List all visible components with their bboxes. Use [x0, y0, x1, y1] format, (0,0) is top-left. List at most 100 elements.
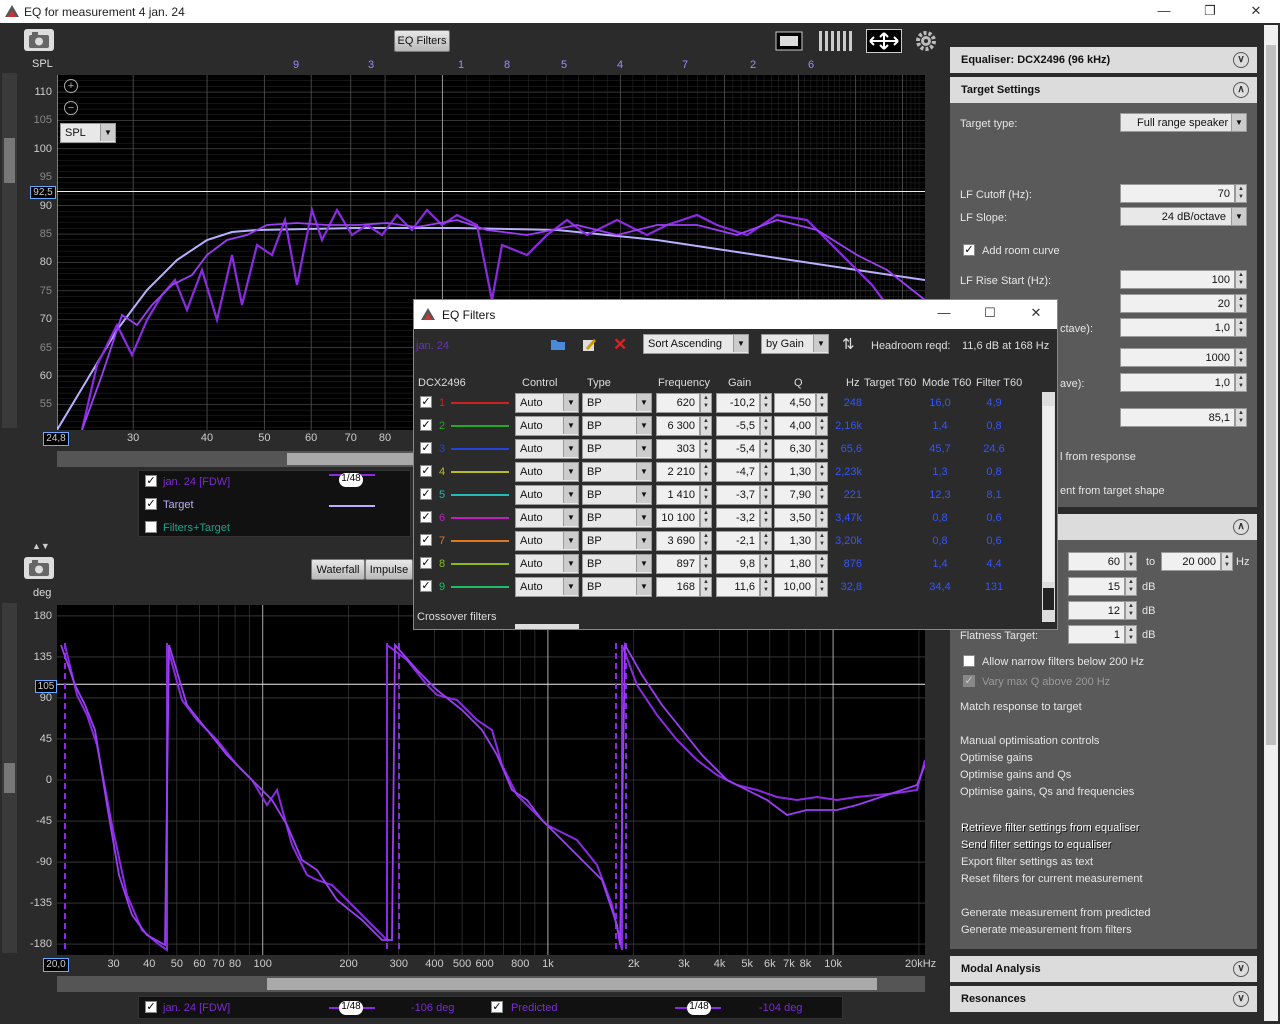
legend-checkbox[interactable]: ✓	[145, 475, 157, 487]
spinner[interactable]: ▲ ▼	[1235, 294, 1247, 313]
filter-gain-field[interactable]: -5,5	[716, 416, 760, 436]
filter-control-select[interactable]: Auto ▼	[515, 531, 579, 551]
spinner[interactable]: ▲ ▼	[700, 439, 712, 459]
filter-control-select[interactable]: Auto ▼	[515, 393, 579, 413]
filter-enable-checkbox[interactable]: ✓	[420, 557, 432, 569]
filter-q-field[interactable]: 3,50	[774, 508, 816, 528]
filter-q-field[interactable]: 1,80	[774, 554, 816, 574]
filter-enable-checkbox[interactable]: ✓	[420, 511, 432, 523]
close-button[interactable]: ✕	[1013, 302, 1059, 325]
eq-filters-button[interactable]: EQ Filters	[394, 30, 450, 52]
spinner[interactable]: ▲ ▼	[1235, 348, 1247, 367]
adjust-from-target-link[interactable]: ent from target shape	[1060, 485, 1165, 497]
spinner[interactable]: ▲ ▼	[700, 462, 712, 482]
add-room-curve-checkbox[interactable]: ✓	[963, 244, 975, 256]
fit-axes-icon[interactable]	[866, 29, 902, 53]
max-boost-field[interactable]: 15	[1068, 577, 1125, 596]
swap-sort-icon[interactable]: ⇅	[842, 335, 855, 353]
spinner[interactable]: ▲ ▼	[700, 393, 712, 413]
spinner[interactable]: ▲ ▼	[760, 531, 772, 551]
filter-gain-field[interactable]: -10,2	[716, 393, 760, 413]
phase-plot[interactable]	[57, 605, 926, 955]
spinner[interactable]: ▲ ▼	[700, 416, 712, 436]
flatness-field[interactable]: 1	[1068, 625, 1125, 644]
spinner[interactable]: ▲ ▼	[1125, 601, 1137, 620]
filter-type-select[interactable]: BP ▼	[582, 531, 652, 551]
spinner[interactable]: ▲ ▼	[816, 577, 828, 597]
minimize-button[interactable]: —	[921, 302, 967, 325]
export-filters-button[interactable]: Export filter settings as text	[961, 856, 1093, 868]
chevron-down-icon[interactable]: ∨	[1233, 52, 1249, 68]
spinner[interactable]: ▲ ▼	[816, 531, 828, 551]
spinner[interactable]: ▲ ▼	[700, 485, 712, 505]
generate-predicted-button[interactable]: Generate measurement from predicted	[961, 907, 1151, 919]
filter-control-select[interactable]: Auto ▼	[515, 554, 579, 574]
filter-enable-checkbox[interactable]: ✓	[420, 534, 432, 546]
filter-gain-field[interactable]: -3,7	[716, 485, 760, 505]
generate-filters-button[interactable]: Generate measurement from filters	[961, 924, 1132, 936]
spinner[interactable]: ▲ ▼	[816, 393, 828, 413]
filter-enable-checkbox[interactable]: ✓	[420, 465, 432, 477]
smoothing-badge[interactable]: 1/48	[687, 1001, 711, 1015]
reset-filters-button[interactable]: Reset filters for current measurement	[961, 873, 1143, 885]
smoothing-badge[interactable]: 1/48	[339, 1001, 363, 1015]
range-to-field[interactable]: 20 000	[1161, 552, 1221, 571]
target-settings-header[interactable]: Target Settings ∧	[950, 77, 1257, 103]
filter-control-select[interactable]: Auto ▼	[515, 485, 579, 505]
filter-q-field[interactable]: 1,30	[774, 531, 816, 551]
filter-type-select[interactable]: BP ▼	[582, 462, 652, 482]
spl-mode-select[interactable]: SPL ▼	[60, 123, 116, 143]
filter-control-select[interactable]: Auto ▼	[515, 439, 579, 459]
vary-max-q-checkbox[interactable]: ✓	[963, 675, 975, 687]
spinner[interactable]: ▲ ▼	[760, 416, 772, 436]
spinner[interactable]: ▲ ▼	[760, 393, 772, 413]
gear-icon[interactable]	[914, 29, 938, 53]
filter-frequency-field[interactable]: 6 300	[656, 416, 700, 436]
filter-q-field[interactable]: 1,30	[774, 462, 816, 482]
target-type-select[interactable]: Full range speaker ▼	[1120, 113, 1247, 132]
spinner[interactable]: ▲ ▼	[760, 554, 772, 574]
optimise-all-button[interactable]: Optimise gains, Qs and frequencies	[960, 786, 1134, 798]
filter-type-select[interactable]: BP ▼	[582, 577, 652, 597]
filter-frequency-field[interactable]: 10 100	[656, 508, 700, 528]
filter-frequency-field[interactable]: 897	[656, 554, 700, 574]
filter-enable-checkbox[interactable]: ✓	[420, 419, 432, 431]
legend-checkbox[interactable]	[145, 521, 157, 533]
chevron-down-icon[interactable]: ∨	[1233, 961, 1249, 977]
folder-open-icon[interactable]	[550, 337, 566, 351]
level-from-response-link[interactable]: l from response	[1060, 451, 1136, 463]
tab-impulse[interactable]: Impulse	[365, 559, 413, 580]
spinner[interactable]: ▲ ▼	[1125, 625, 1137, 644]
spinner[interactable]: ▲ ▼	[760, 485, 772, 505]
filter-gain-field[interactable]: 9,8	[716, 554, 760, 574]
spinner[interactable]: ▲ ▼	[816, 508, 828, 528]
minimize-button[interactable]: —	[1141, 0, 1187, 23]
filter-type-select[interactable]: BP ▼	[582, 485, 652, 505]
filter-control-select[interactable]: Auto ▼	[515, 416, 579, 436]
filter-q-field[interactable]: 10,00	[774, 577, 816, 597]
filter-type-select[interactable]: BP ▼	[582, 393, 652, 413]
lf-rise-end-field[interactable]: 20	[1120, 294, 1235, 313]
spinner[interactable]: ▲ ▼	[760, 439, 772, 459]
spinner[interactable]: ▲ ▼	[1125, 552, 1137, 571]
filter-gain-field[interactable]: -3,2	[716, 508, 760, 528]
restore-button[interactable]: ❐	[1187, 0, 1233, 23]
bottom-horizontal-scrollbar[interactable]	[57, 976, 925, 992]
lf-slope-select[interactable]: 24 dB/octave ▼	[1120, 207, 1247, 226]
spinner[interactable]: ▲ ▼	[816, 554, 828, 574]
spinner[interactable]: ▲ ▼	[816, 462, 828, 482]
filter-frequency-field[interactable]: 1 410	[656, 485, 700, 505]
send-filters-button[interactable]: Send filter settings to equaliser	[961, 839, 1111, 851]
filter-enable-checkbox[interactable]: ✓	[420, 396, 432, 408]
lf-cutoff-field[interactable]: 70	[1120, 184, 1235, 203]
spinner[interactable]: ▲ ▼	[700, 554, 712, 574]
top-vertical-scrollbar[interactable]	[2, 73, 17, 428]
camera-icon[interactable]	[24, 29, 54, 51]
right-scrollbar[interactable]	[1264, 25, 1278, 1021]
spinner[interactable]: ▲ ▼	[816, 485, 828, 505]
optimise-gains-button[interactable]: Optimise gains	[960, 752, 1033, 764]
bottom-vertical-scrollbar[interactable]	[2, 603, 17, 953]
legend-checkbox[interactable]: ✓	[491, 1001, 503, 1013]
camera-icon[interactable]	[24, 557, 54, 579]
filter-q-field[interactable]: 4,00	[774, 416, 816, 436]
